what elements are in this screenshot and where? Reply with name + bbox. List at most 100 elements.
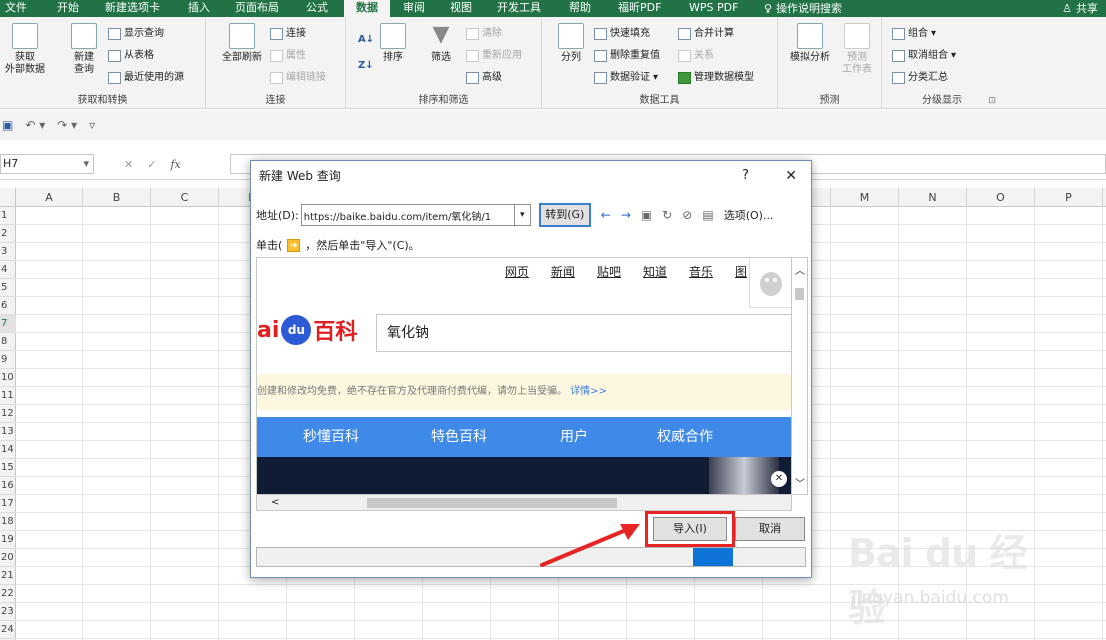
insert-function-button[interactable]: fx — [170, 158, 180, 171]
baike-search-input[interactable]: 氧化钠 — [376, 314, 791, 352]
get-external-data-button[interactable]: 获取 外部数据 — [4, 23, 46, 76]
nav-link-zhidao[interactable]: 知道 — [643, 263, 667, 280]
sort-az-icon[interactable]: A↓ — [358, 31, 374, 48]
properties-button[interactable]: 属性 — [270, 47, 306, 64]
row-header-12[interactable]: 12 — [0, 405, 16, 423]
tab-view[interactable]: 视图 — [450, 0, 472, 17]
horizontal-scrollbar[interactable]: < — [256, 495, 792, 511]
manage-data-model-button[interactable]: 管理数据模型 — [678, 69, 754, 86]
share-button[interactable]: ♙ 共享 — [1062, 0, 1098, 17]
tab-formulas[interactable]: 公式 — [306, 0, 328, 17]
row-header-15[interactable]: 15 — [0, 459, 16, 477]
connections-button[interactable]: 连接 — [270, 25, 306, 42]
dialog-launcher-icon[interactable]: ⊡ — [988, 96, 996, 106]
blue-nav-item-featured[interactable]: 特色百科 — [431, 417, 487, 457]
banner-close-icon[interactable]: ✕ — [771, 471, 787, 487]
column-header-o[interactable]: O — [967, 188, 1035, 207]
tab-foxit-pdf[interactable]: 福昕PDF — [618, 0, 661, 17]
cancel-x-icon[interactable]: ✕ — [124, 158, 133, 171]
tab-file[interactable]: 文件 — [5, 0, 27, 17]
recent-sources-button[interactable]: 最近使用的源 — [108, 69, 184, 86]
nav-link-web[interactable]: 网页 — [505, 263, 529, 280]
web-preview-frame[interactable]: 网页 新闻 贴吧 知道 音乐 图 ai du 百科 氧化钠 创建和修改均免费，绝… — [256, 257, 792, 495]
row-header-9[interactable]: 9 — [0, 351, 16, 369]
address-input[interactable] — [300, 204, 515, 226]
forecast-sheet-button[interactable]: 预测 工作表 — [838, 23, 876, 76]
blue-nav-item-miaodong[interactable]: 秒懂百科 — [303, 417, 359, 457]
blue-nav-item-partners[interactable]: 权威合作 — [657, 417, 713, 457]
column-header-n[interactable]: N — [899, 188, 967, 207]
scroll-thumb[interactable] — [795, 288, 804, 300]
column-header-p[interactable]: P — [1035, 188, 1103, 207]
row-header-3[interactable]: 3 — [0, 243, 16, 261]
column-header-b[interactable]: B — [83, 188, 151, 207]
select-all-corner[interactable] — [0, 188, 16, 207]
customize-toolbar-icon[interactable]: ▿ — [89, 118, 95, 132]
row-header-24[interactable]: 24 — [0, 621, 16, 639]
enter-check-icon[interactable]: ✓ — [147, 158, 156, 171]
tab-review[interactable]: 审阅 — [403, 0, 425, 17]
row-header-14[interactable]: 14 — [0, 441, 16, 459]
row-header-4[interactable]: 4 — [0, 261, 16, 279]
from-table-button[interactable]: 从表格 — [108, 47, 154, 64]
address-dropdown-icon[interactable]: ▾ — [514, 204, 531, 226]
tab-insert[interactable]: 插入 — [188, 0, 210, 17]
text-to-columns-button[interactable]: 分列 — [554, 23, 588, 64]
name-box[interactable]: H7 ▾ — [0, 154, 94, 174]
tab-developer[interactable]: 开发工具 — [497, 0, 541, 17]
row-header-17[interactable]: 17 — [0, 495, 16, 513]
undo-icon[interactable]: ↶ ▾ — [25, 118, 45, 132]
save-icon[interactable]: ▣ — [2, 118, 13, 132]
no-icons-icon[interactable]: ⊘ — [682, 208, 692, 222]
save-query-icon[interactable]: ▤ — [702, 208, 713, 222]
tab-help[interactable]: 帮助 — [569, 0, 591, 17]
row-header-18[interactable]: 18 — [0, 513, 16, 531]
row-header-10[interactable]: 10 — [0, 369, 16, 387]
tab-data[interactable]: 数据 — [344, 0, 390, 17]
reapply-button[interactable]: 重新应用 — [466, 47, 522, 64]
column-header-c[interactable]: C — [151, 188, 219, 207]
import-button[interactable]: 导入(I) — [653, 517, 727, 541]
tab-home[interactable]: 开始 — [57, 0, 79, 17]
sort-button[interactable]: 排序 — [378, 23, 408, 64]
nav-link-images[interactable]: 图 — [735, 263, 747, 280]
back-arrow-icon[interactable]: ← — [601, 208, 611, 222]
row-header-7[interactable]: 7 — [0, 315, 16, 333]
column-header-a[interactable]: A — [16, 188, 83, 207]
column-header-m[interactable]: M — [831, 188, 899, 207]
advanced-filter-button[interactable]: 高级 — [466, 69, 502, 86]
row-header-23[interactable]: 23 — [0, 603, 16, 621]
ungroup-button[interactable]: 取消组合 ▾ — [892, 47, 956, 64]
flash-fill-button[interactable]: 快速填充 — [594, 25, 650, 42]
clear-filter-button[interactable]: 清除 — [466, 25, 502, 42]
row-header-16[interactable]: 16 — [0, 477, 16, 495]
row-header-20[interactable]: 20 — [0, 549, 16, 567]
chevron-up-icon[interactable]: ︿ — [795, 262, 805, 277]
refresh-all-button[interactable]: 全部刷新 — [218, 23, 266, 64]
nav-link-music[interactable]: 音乐 — [689, 263, 713, 280]
redo-icon[interactable]: ↷ ▾ — [57, 118, 77, 132]
chevron-left-icon[interactable]: < — [271, 495, 279, 510]
row-header-19[interactable]: 19 — [0, 531, 16, 549]
chevron-down-icon[interactable]: ﹀ — [795, 475, 805, 490]
stop-icon[interactable]: ▣ — [641, 208, 652, 222]
vertical-scrollbar[interactable]: ︿ ﹀ — [792, 257, 808, 495]
nav-link-news[interactable]: 新闻 — [551, 263, 575, 280]
filter-button[interactable]: ▼ 筛选 — [426, 23, 456, 64]
nav-link-tieba[interactable]: 贴吧 — [597, 263, 621, 280]
row-header-5[interactable]: 5 — [0, 279, 16, 297]
options-button[interactable]: 选项(O)... — [724, 207, 774, 223]
tell-me-search[interactable]: ♀ 操作说明搜索 — [764, 0, 842, 17]
go-button[interactable]: 转到(G) — [538, 203, 591, 227]
data-validation-button[interactable]: 数据验证 ▾ — [594, 69, 658, 86]
refresh-icon[interactable]: ↻ — [662, 208, 672, 222]
row-header-2[interactable]: 2 — [0, 225, 16, 243]
notice-details-link[interactable]: 详情>> — [570, 386, 607, 397]
blue-nav-item-users[interactable]: 用户 — [560, 417, 588, 457]
subtotal-button[interactable]: 分类汇总 — [892, 69, 948, 86]
row-header-13[interactable]: 13 — [0, 423, 16, 441]
h-scroll-thumb[interactable] — [367, 498, 617, 508]
penguin-icon[interactable] — [749, 258, 791, 308]
close-button[interactable]: ✕ — [785, 161, 797, 191]
tab-new[interactable]: 新建选项卡 — [105, 0, 160, 17]
